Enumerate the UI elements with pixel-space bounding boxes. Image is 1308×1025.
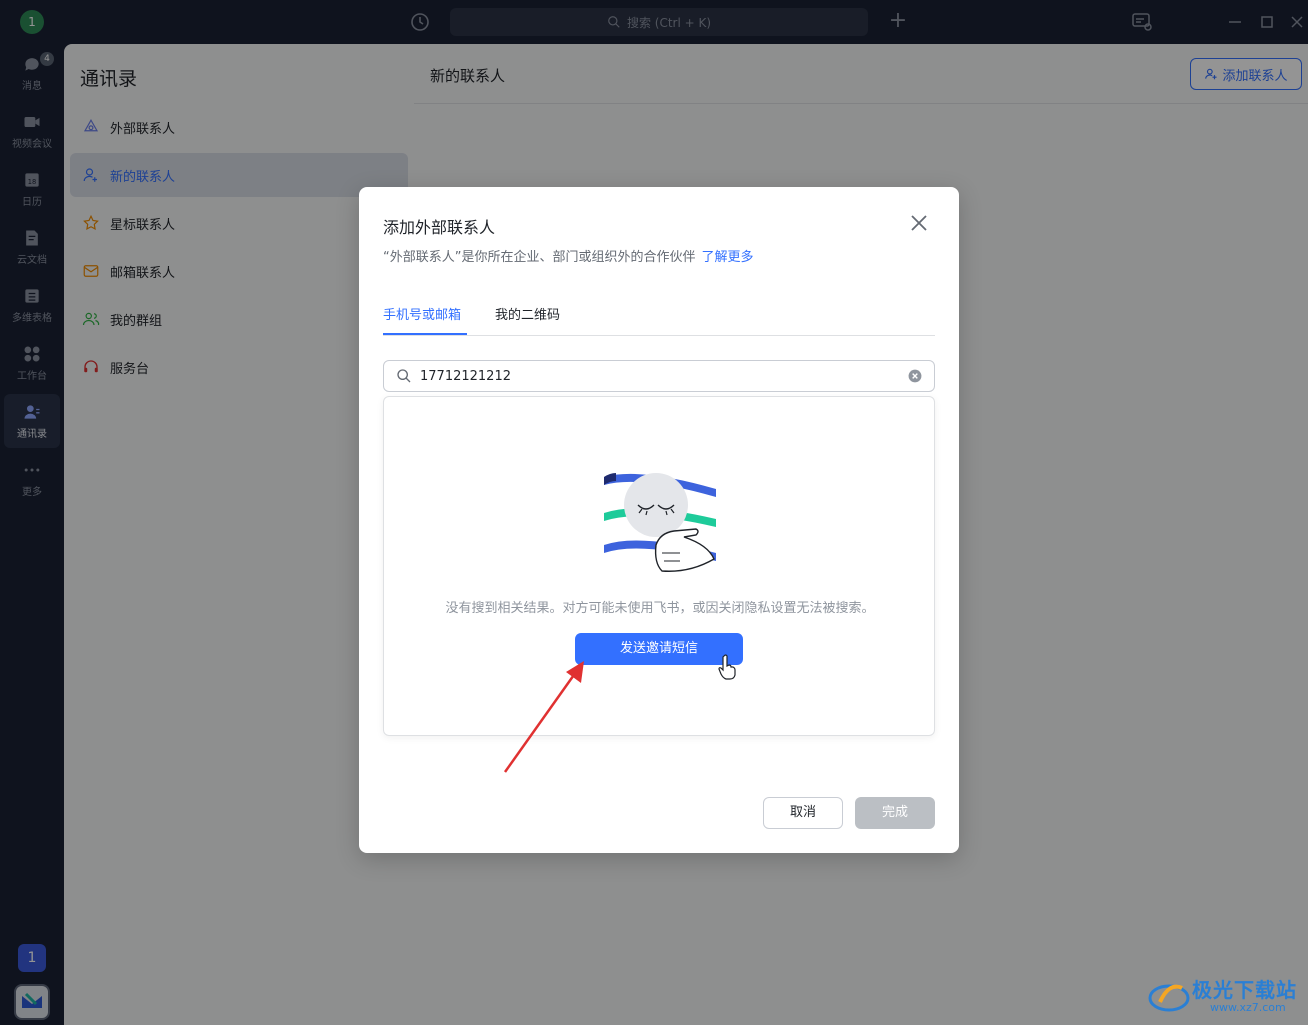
dialog-title: 添加外部联系人 bbox=[383, 218, 496, 237]
search-value: 17712121212 bbox=[420, 368, 511, 384]
done-button[interactable]: 完成 bbox=[855, 797, 935, 829]
contact-search-input[interactable]: 17712121212 bbox=[383, 360, 935, 392]
watermark-url: www.xz7.com bbox=[1210, 1001, 1286, 1014]
learn-more-link[interactable]: 了解更多 bbox=[701, 250, 753, 265]
add-external-contact-dialog: 添加外部联系人 “外部联系人”是你所在企业、部门或组织外的合作伙伴 了解更多 手机… bbox=[359, 187, 959, 853]
clear-search-icon[interactable] bbox=[908, 369, 922, 383]
search-results-panel: 没有搜到相关结果。对方可能未使用飞书，或因关闭隐私设置无法被搜索。 发送邀请短信 bbox=[383, 396, 935, 736]
active-tab-indicator bbox=[383, 333, 467, 335]
dialog-description: “外部联系人”是你所在企业、部门或组织外的合作伙伴 了解更多 bbox=[383, 250, 754, 265]
site-watermark: 极光下载站 www.xz7.com bbox=[1148, 972, 1304, 1018]
cancel-button[interactable]: 取消 bbox=[763, 797, 843, 829]
watermark-logo bbox=[1148, 984, 1190, 1012]
dialog-tabs: 手机号或邮箱 我的二维码 bbox=[383, 299, 935, 336]
tab-phone-or-email[interactable]: 手机号或邮箱 bbox=[383, 304, 461, 336]
search-icon bbox=[397, 369, 411, 383]
no-results-illustration bbox=[604, 473, 716, 572]
no-results-message: 没有搜到相关结果。对方可能未使用飞书，或因关闭隐私设置无法被搜索。 bbox=[445, 601, 875, 616]
hand-cursor-icon bbox=[718, 654, 736, 680]
close-icon[interactable] bbox=[907, 211, 931, 235]
tab-my-qr-code[interactable]: 我的二维码 bbox=[495, 304, 560, 336]
watermark-text: 极光下载站 bbox=[1192, 978, 1297, 1002]
